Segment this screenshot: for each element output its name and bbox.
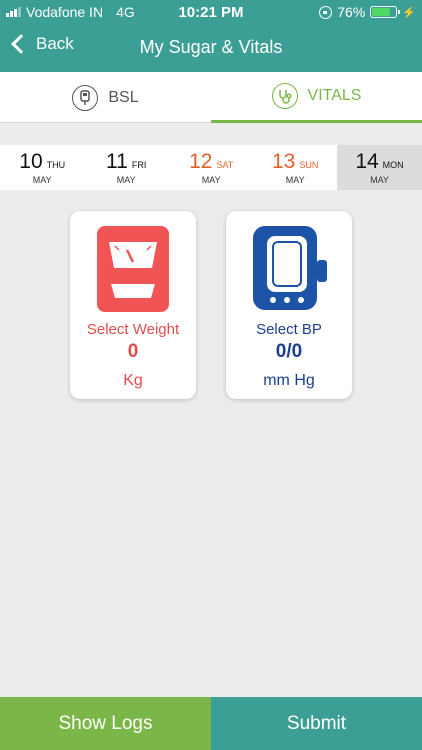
date-weekday: THU (46, 160, 66, 170)
tab-vitals-label: VITALS (307, 87, 362, 104)
bp-value: 0/0 (275, 341, 303, 362)
page-title: My Sugar & Vitals (139, 37, 283, 57)
weighing-scale-icon (97, 226, 169, 312)
rotation-lock-icon (319, 5, 333, 19)
date-number: 14 (355, 150, 379, 173)
tab-bsl-label: BSL (108, 88, 139, 106)
status-bar: Vodafone IN 4G 10:21 PM 76% ⚡ (0, 0, 422, 24)
bp-monitor-icon (253, 226, 327, 310)
date-cell[interactable]: 12 SAT MAY (169, 145, 253, 190)
date-number: 11 (106, 150, 128, 173)
show-logs-button[interactable]: Show Logs (0, 697, 211, 750)
bp-unit: mm Hg (263, 372, 315, 389)
tab-vitals[interactable]: VITALS (211, 72, 422, 123)
date-month: MAY (370, 175, 389, 185)
date-number: 12 (189, 150, 213, 173)
battery-icon (370, 6, 401, 18)
submit-button[interactable]: Submit (211, 697, 422, 750)
date-month: MAY (201, 175, 221, 185)
bp-card[interactable]: Select BP 0/0 mm Hg (226, 211, 352, 399)
battery-percent: 76% (337, 4, 366, 20)
glucometer-icon (72, 84, 99, 111)
date-cell[interactable]: 13 SUN MAY (253, 145, 337, 190)
weight-unit: Kg (123, 372, 143, 389)
charging-icon: ⚡ (402, 6, 416, 19)
weight-card[interactable]: Select Weight 0 Kg (70, 211, 196, 399)
date-number: 10 (19, 150, 43, 173)
date-weekday: SAT (216, 160, 234, 170)
date-weekday: FRI (131, 160, 147, 170)
date-cell[interactable]: 10 THU MAY (0, 145, 84, 190)
tab-bsl[interactable]: BSL (0, 72, 211, 123)
date-cell[interactable]: 11 FRI MAY (84, 145, 168, 190)
app-header: Vodafone IN 4G 10:21 PM 76% ⚡ Back My Su… (0, 0, 422, 72)
bp-label: Select BP (256, 321, 322, 338)
date-strip: 10 THU MAY 11 FRI MAY 12 SAT MAY 13 SUN MAY … (0, 145, 422, 190)
weight-label: Select Weight (86, 321, 180, 338)
date-month: MAY (285, 175, 305, 185)
tab-bar: BSL VITALS (0, 72, 422, 123)
date-weekday: SUN (299, 160, 319, 170)
date-month: MAY (116, 175, 136, 185)
date-weekday: MON (382, 160, 404, 170)
stethoscope-icon (271, 83, 298, 109)
date-month: MAY (32, 175, 52, 185)
status-right: 76% ⚡ (319, 4, 416, 20)
weight-value: 0 (127, 341, 139, 362)
date-cell-selected[interactable]: 14 MON MAY (337, 145, 422, 190)
date-number: 13 (272, 150, 296, 173)
